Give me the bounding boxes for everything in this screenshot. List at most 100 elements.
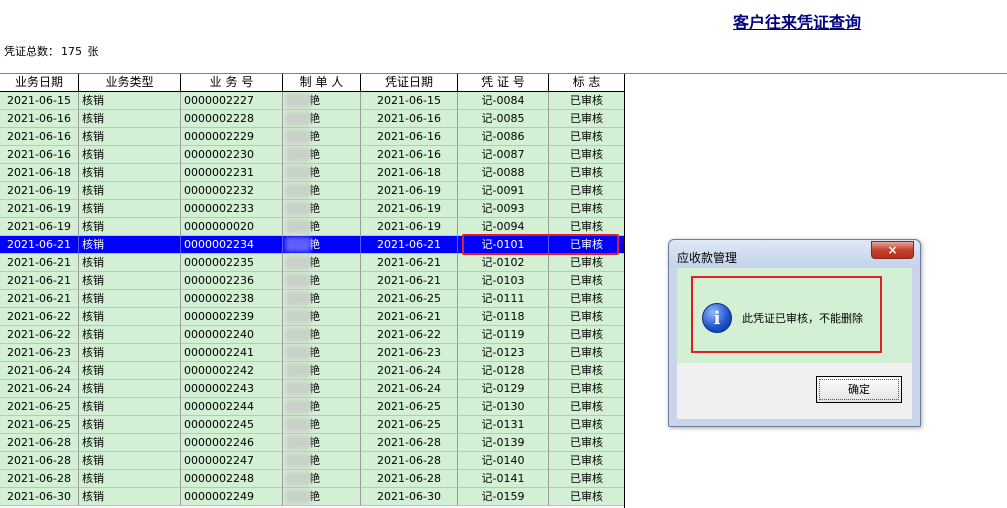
cell-maker: 艳 xyxy=(283,452,361,470)
cell-business-no: 0000002246 xyxy=(181,434,283,452)
cell-flag: 已审核 xyxy=(549,254,625,272)
table-row[interactable]: 2021-06-19 核销 0000002232 艳 2021-06-19 记-0091 已… xyxy=(0,182,625,200)
table-row[interactable]: 2021-06-24 核销 0000002243 艳 2021-06-24 记-0129 已… xyxy=(0,380,625,398)
info-icon: i xyxy=(702,303,732,333)
cell-maker: 艳 xyxy=(283,290,361,308)
cell-business-date: 2021-06-19 xyxy=(0,200,79,218)
cell-business-type: 核销 xyxy=(79,236,181,254)
cell-flag: 已审核 xyxy=(549,452,625,470)
cell-business-type: 核销 xyxy=(79,218,181,236)
table-row[interactable]: 2021-06-15 核销 0000002227 艳 2021-06-15 记-0084 已… xyxy=(0,92,625,110)
cell-flag: 已审核 xyxy=(549,236,625,254)
redacted-name-blur xyxy=(285,291,311,306)
table-row[interactable]: 2021-06-28 核销 0000002248 艳 2021-06-28 记-0141 已… xyxy=(0,470,625,488)
table-row[interactable]: 2021-06-16 核销 0000002230 艳 2021-06-16 记-0087 已… xyxy=(0,146,625,164)
cell-business-type: 核销 xyxy=(79,128,181,146)
cell-business-type: 核销 xyxy=(79,470,181,488)
cell-maker: 艳 xyxy=(283,200,361,218)
cell-voucher-no: 记-0140 xyxy=(458,452,549,470)
cell-flag: 已审核 xyxy=(549,272,625,290)
voucher-total-summary: 凭证总数： 175 张 xyxy=(4,43,101,59)
cell-business-no: 0000000020 xyxy=(181,218,283,236)
cell-business-date: 2021-06-28 xyxy=(0,434,79,452)
table-row[interactable]: 2021-06-25 核销 0000002244 艳 2021-06-25 记-0130 已… xyxy=(0,398,625,416)
cell-business-no: 0000002234 xyxy=(181,236,283,254)
cell-maker: 艳 xyxy=(283,380,361,398)
cell-voucher-date: 2021-06-28 xyxy=(361,470,458,488)
cell-flag: 已审核 xyxy=(549,380,625,398)
dialog-titlebar[interactable]: 应收款管理 × xyxy=(669,240,920,268)
cell-maker: 艳 xyxy=(283,344,361,362)
cell-business-date: 2021-06-19 xyxy=(0,218,79,236)
cell-business-date: 2021-06-24 xyxy=(0,380,79,398)
cell-maker: 艳 xyxy=(283,398,361,416)
table-row[interactable]: 2021-06-18 核销 0000002231 艳 2021-06-18 记-0088 已… xyxy=(0,164,625,182)
column-header-business-no[interactable]: 业 务 号 xyxy=(181,74,283,92)
cell-business-type: 核销 xyxy=(79,416,181,434)
close-icon: × xyxy=(887,243,898,257)
cell-voucher-date: 2021-06-30 xyxy=(361,488,458,506)
cell-voucher-no: 记-0141 xyxy=(458,470,549,488)
cell-flag: 已审核 xyxy=(549,434,625,452)
table-row[interactable]: 2021-06-22 核销 0000002240 艳 2021-06-22 记-0119 已… xyxy=(0,326,625,344)
ok-button[interactable]: 确定 xyxy=(816,376,902,403)
table-row[interactable]: 2021-06-16 核销 0000002228 艳 2021-06-16 记-0085 已… xyxy=(0,110,625,128)
cell-voucher-no: 记-0128 xyxy=(458,362,549,380)
cell-maker: 艳 xyxy=(283,128,361,146)
redacted-name-blur xyxy=(285,363,311,378)
table-row[interactable]: 2021-06-21 核销 0000002235 艳 2021-06-21 记-0102 已… xyxy=(0,254,625,272)
cell-business-type: 核销 xyxy=(79,164,181,182)
cell-voucher-date: 2021-06-28 xyxy=(361,452,458,470)
dialog-message: 此凭证已审核，不能删除 xyxy=(742,312,863,325)
cell-business-no: 0000002247 xyxy=(181,452,283,470)
column-header-voucher-no[interactable]: 凭 证 号 xyxy=(458,74,549,92)
redacted-name-blur xyxy=(285,381,311,396)
redacted-name-blur xyxy=(285,489,311,504)
summary-label: 凭证总数： xyxy=(4,45,59,58)
redacted-name-blur xyxy=(285,453,311,468)
table-row[interactable]: 2021-06-24 核销 0000002242 艳 2021-06-24 记-0128 已… xyxy=(0,362,625,380)
table-row[interactable]: 2021-06-28 核销 0000002247 艳 2021-06-28 记-0140 已… xyxy=(0,452,625,470)
cell-maker: 艳 xyxy=(283,218,361,236)
table-row[interactable]: 2021-06-16 核销 0000002229 艳 2021-06-16 记-0086 已… xyxy=(0,128,625,146)
table-row[interactable]: 2021-06-21 核销 0000002238 艳 2021-06-25 记-0111 已… xyxy=(0,290,625,308)
cell-flag: 已审核 xyxy=(549,92,625,110)
cell-voucher-no: 记-0093 xyxy=(458,200,549,218)
table-row[interactable]: 2021-06-19 核销 0000000020 艳 2021-06-19 记-0094 已… xyxy=(0,218,625,236)
cell-voucher-date: 2021-06-18 xyxy=(361,164,458,182)
cell-maker: 艳 xyxy=(283,182,361,200)
table-row[interactable]: 2021-06-25 核销 0000002245 艳 2021-06-25 记-0131 已… xyxy=(0,416,625,434)
dialog-close-button[interactable]: × xyxy=(871,241,914,259)
column-header-voucher-date[interactable]: 凭证日期 xyxy=(361,74,458,92)
voucher-grid[interactable]: 业务日期 业务类型 业 务 号 制 单 人 凭证日期 凭 证 号 标 志 202… xyxy=(0,74,625,506)
column-header-flag[interactable]: 标 志 xyxy=(549,74,625,92)
redacted-name-blur xyxy=(285,345,311,360)
voucher-query-window: 客户往来凭证查询 凭证总数： 175 张 业务日期 业务类型 业 务 号 制 单 … xyxy=(0,0,1007,508)
table-row[interactable]: 2021-06-30 核销 0000002249 艳 2021-06-30 记-0159 已… xyxy=(0,488,625,506)
cell-business-no: 0000002229 xyxy=(181,128,283,146)
table-row[interactable]: 2021-06-22 核销 0000002239 艳 2021-06-21 记-0118 已… xyxy=(0,308,625,326)
column-header-business-type[interactable]: 业务类型 xyxy=(79,74,181,92)
cell-voucher-date: 2021-06-19 xyxy=(361,182,458,200)
column-header-maker[interactable]: 制 单 人 xyxy=(283,74,361,92)
cell-voucher-date: 2021-06-25 xyxy=(361,416,458,434)
table-row[interactable]: 2021-06-23 核销 0000002241 艳 2021-06-23 记-0123 已… xyxy=(0,344,625,362)
cell-flag: 已审核 xyxy=(549,218,625,236)
cell-maker: 艳 xyxy=(283,236,361,254)
table-row[interactable]: 2021-06-21 核销 0000002236 艳 2021-06-21 记-0103 已… xyxy=(0,272,625,290)
cell-business-date: 2021-06-22 xyxy=(0,326,79,344)
table-row[interactable]: 2021-06-19 核销 0000002233 艳 2021-06-19 记-0093 已… xyxy=(0,200,625,218)
cell-voucher-no: 记-0086 xyxy=(458,128,549,146)
cell-business-type: 核销 xyxy=(79,182,181,200)
cell-business-no: 0000002231 xyxy=(181,164,283,182)
cell-business-type: 核销 xyxy=(79,362,181,380)
table-row-selected[interactable]: 2021-06-21 核销 0000002234 艳 2021-06-21 记-0101 已… xyxy=(0,236,625,254)
table-row[interactable]: 2021-06-28 核销 0000002246 艳 2021-06-28 记-0139 已… xyxy=(0,434,625,452)
cell-business-date: 2021-06-15 xyxy=(0,92,79,110)
cell-voucher-date: 2021-06-16 xyxy=(361,128,458,146)
cell-maker: 艳 xyxy=(283,164,361,182)
column-header-business-date[interactable]: 业务日期 xyxy=(0,74,79,92)
redacted-name-blur xyxy=(285,183,311,198)
cell-business-no: 0000002227 xyxy=(181,92,283,110)
cell-flag: 已审核 xyxy=(549,146,625,164)
